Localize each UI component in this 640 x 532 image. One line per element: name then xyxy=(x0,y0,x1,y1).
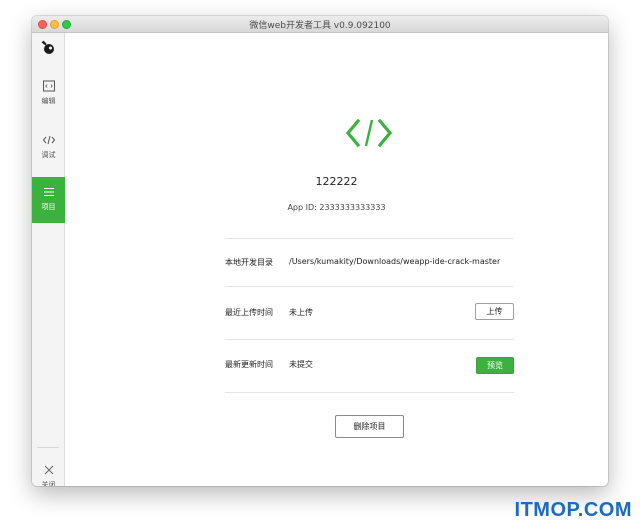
title-bar: 微信web开发者工具 v0.9.092100 xyxy=(32,16,608,33)
project-panel: 122222 App ID: 2333333333333 本地开发目录 /Use… xyxy=(65,33,608,486)
info-row-last-upload: 最近上传时间 未上传 上传 xyxy=(225,286,514,339)
sidebar-item-label: 调试 xyxy=(41,151,56,159)
sidebar-item-label: 编辑 xyxy=(41,97,56,105)
code-debug-icon xyxy=(42,135,55,145)
sidebar-item-project[interactable]: 项目 xyxy=(32,177,65,223)
sidebar-item-debug[interactable]: 调试 xyxy=(32,125,65,171)
project-name: 122222 xyxy=(315,175,358,188)
devtools-window: 微信web开发者工具 v0.9.092100 编辑 调试 项目 关闭 12222… xyxy=(32,16,608,486)
upload-button[interactable]: 上传 xyxy=(475,303,514,320)
last-update-value: 未提交 xyxy=(289,360,313,369)
sidebar-divider xyxy=(37,447,59,448)
editor-icon xyxy=(42,80,55,92)
sidebar-item-edit[interactable]: 编辑 xyxy=(32,71,65,117)
wechat-devtools-logo-icon xyxy=(41,40,54,54)
info-row-local-dir: 本地开发目录 /Users/kumakity/Downloads/weapp-i… xyxy=(225,238,514,286)
watermark: ITMOP.COM xyxy=(514,499,632,521)
sidebar-item-close[interactable]: 关闭 xyxy=(32,455,65,486)
delete-project-button[interactable]: 删除项目 xyxy=(335,415,404,438)
row-divider xyxy=(225,392,514,393)
menu-list-icon xyxy=(43,188,54,196)
window-title: 微信web开发者工具 v0.9.092100 xyxy=(249,21,391,31)
last-upload-value: 未上传 xyxy=(289,308,313,317)
sidebar-item-label: 关闭 xyxy=(41,481,56,486)
row-label: 最近上传时间 xyxy=(225,308,273,317)
row-label: 本地开发目录 xyxy=(225,258,273,267)
sidebar: 编辑 调试 项目 关闭 xyxy=(32,33,65,486)
row-label: 最新更新时间 xyxy=(225,360,273,369)
info-row-last-update: 最新更新时间 未提交 预览 xyxy=(225,339,514,392)
sidebar-item-label: 项目 xyxy=(41,203,56,211)
preview-button[interactable]: 预览 xyxy=(476,357,514,374)
app-id: App ID: 2333333333333 xyxy=(287,203,386,212)
local-dir-path: /Users/kumakity/Downloads/weapp-ide-crac… xyxy=(289,257,501,266)
close-icon xyxy=(44,465,53,475)
code-brackets-icon xyxy=(346,118,392,148)
